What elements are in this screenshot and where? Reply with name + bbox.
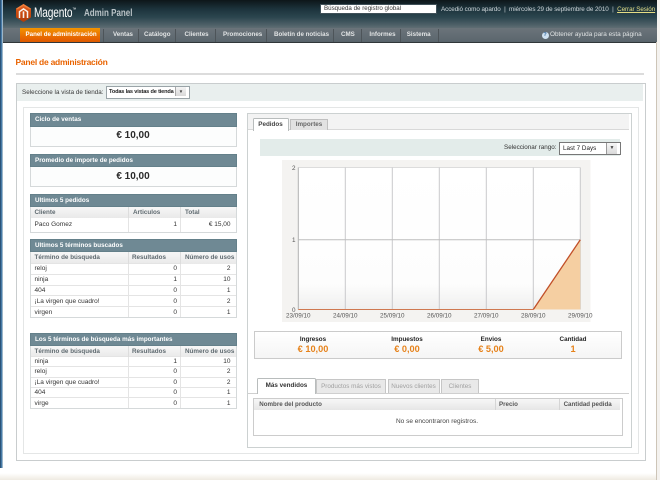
svg-text:1: 1 [292,237,296,244]
svg-text:28/09/10: 28/09/10 [521,312,546,319]
svg-text:27/09/10: 27/09/10 [474,312,499,319]
svg-text:25/09/10: 25/09/10 [380,312,405,319]
svg-text:2: 2 [292,165,296,172]
svg-text:29/09/10: 29/09/10 [568,312,593,319]
svg-text:23/09/10: 23/09/10 [286,312,311,319]
svg-text:24/09/10: 24/09/10 [333,312,358,319]
svg-text:26/09/10: 26/09/10 [427,312,452,319]
